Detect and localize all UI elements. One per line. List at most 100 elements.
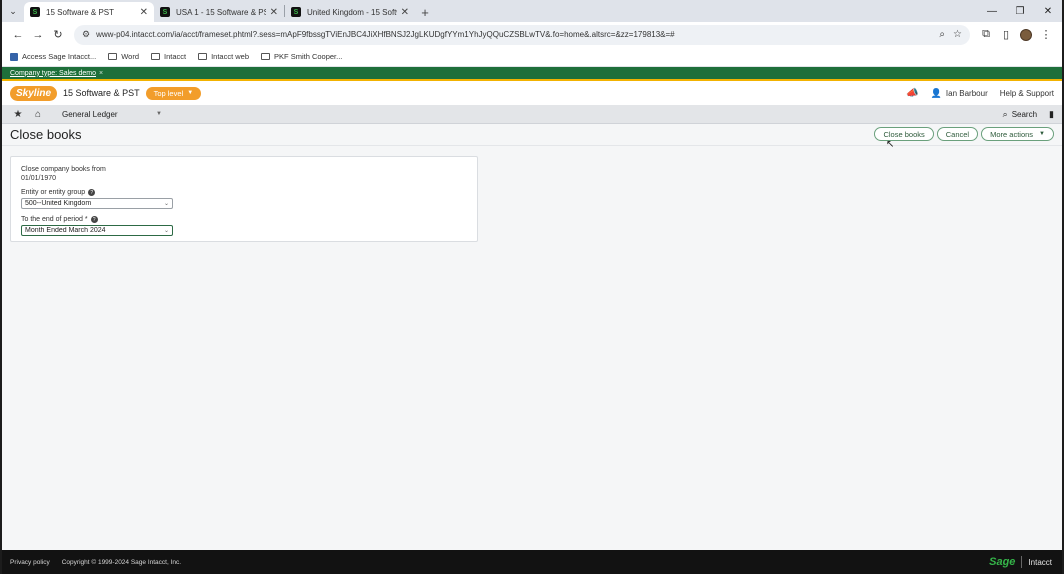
search-button[interactable]: Search <box>1012 110 1037 119</box>
tab-strip: ⌄ S 15 Software & PST ✕ S USA 1 - 15 Sof… <box>2 0 1062 22</box>
page-header: Close books Close books Cancel More acti… <box>2 124 1062 146</box>
tab-search-icon[interactable]: ⌄ <box>2 0 24 22</box>
user-name: Ian Barbour <box>945 88 988 98</box>
address-bar: ← → ↻ ⚙ www-p04.intacct.com/ia/acct/fram… <box>2 22 1062 47</box>
sage-favicon-icon: S <box>30 7 40 17</box>
site-info-icon[interactable]: ⚙ <box>82 29 90 40</box>
back-icon[interactable]: ← <box>8 25 28 45</box>
folder-icon <box>261 53 271 60</box>
user-icon: 👤 <box>930 87 942 98</box>
close-books-button[interactable]: Close books <box>874 127 934 141</box>
minimize-icon[interactable]: — <box>978 0 1006 22</box>
sage-bookmark-icon <box>10 52 18 61</box>
user-menu[interactable]: 👤 Ian Barbour <box>931 88 988 99</box>
bookmark-label: Intacct web <box>211 52 250 61</box>
footer: Privacy policy Copyright © 1999-2024 Sag… <box>2 550 1062 574</box>
url-field[interactable]: ⚙ www-p04.intacct.com/ia/acct/frameset.p… <box>74 24 970 45</box>
period-label-text: To the end of period <box>21 216 83 223</box>
chevron-down-icon: ▼ <box>187 90 194 96</box>
folder-icon <box>151 53 160 60</box>
period-selected-value: Month Ended March 2024 <box>25 227 106 234</box>
cancel-button[interactable]: Cancel <box>936 127 979 141</box>
close-from-value: 01/01/1970 <box>21 175 57 182</box>
sage-logo: Sage <box>989 556 1016 568</box>
reload-icon[interactable]: ↻ <box>48 25 68 45</box>
module-nav-right: ⌕ Search ▮ <box>1003 105 1054 124</box>
required-marker: * <box>84 216 88 223</box>
restore-icon[interactable]: ❐ <box>1006 0 1034 22</box>
chevron-down-icon: ⌄ <box>163 228 169 234</box>
close-tab-icon[interactable]: ✕ <box>140 7 148 18</box>
browser-window: ⌄ S 15 Software & PST ✕ S USA 1 - 15 Sof… <box>2 0 1062 574</box>
entity-level-dropdown[interactable]: Top level ▼ <box>145 86 202 100</box>
home-icon[interactable]: ⌂ <box>28 109 48 120</box>
browser-tab-1[interactable]: S 15 Software & PST ✕ <box>24 2 154 22</box>
entity-field-label: Entity or entity group? <box>21 189 467 196</box>
sage-favicon-icon: S <box>291 7 301 17</box>
browser-tab-3[interactable]: S United Kingdom - 15 Software ✕ <box>285 2 415 22</box>
help-icon[interactable]: ? <box>88 189 96 196</box>
bookmark-label: Access Sage Intacct... <box>22 52 97 61</box>
folder-icon <box>108 53 118 60</box>
close-window-icon[interactable]: ✕ <box>1034 0 1062 22</box>
mouse-cursor-icon: ↖ <box>886 139 895 150</box>
bookmark-folder-intacct-web[interactable]: Intacct web <box>198 52 249 61</box>
close-banner-icon[interactable]: × <box>99 70 103 77</box>
url-text[interactable]: www-p04.intacct.com/ia/acct/frameset.pht… <box>96 30 931 39</box>
browser-tab-2[interactable]: S USA 1 - 15 Software & PST ✕ <box>154 2 284 22</box>
side-panel-icon[interactable]: ▯ <box>996 25 1016 45</box>
extensions-icon[interactable]: ⧉ <box>976 25 996 45</box>
bookmark-folder-word[interactable]: Word <box>108 52 139 61</box>
company-logo[interactable]: Skyline <box>10 85 58 101</box>
copyright-text: Copyright © 1999-2024 Sage Intacct, Inc. <box>61 558 182 566</box>
bookmark-label: PKF Smith Cooper... <box>274 52 343 61</box>
profile-avatar[interactable] <box>1016 25 1036 45</box>
zoom-icon[interactable]: ⌕ <box>939 29 945 40</box>
bookmark-icon[interactable]: ▮ <box>1049 109 1054 120</box>
company-name: 15 Software & PST <box>63 88 140 98</box>
chevron-down-icon: ▼ <box>1039 131 1045 137</box>
bookmark-label: Word <box>121 52 139 61</box>
module-label: General Ledger <box>62 109 118 119</box>
privacy-policy-link[interactable]: Privacy policy <box>10 559 50 566</box>
close-books-form: Close company books from 01/01/1970 Enti… <box>10 156 478 242</box>
company-type-banner: Company type: Sales demo × <box>2 67 1062 79</box>
help-support-link[interactable]: Help & Support <box>1000 89 1054 98</box>
close-from-label: Close company books from <box>21 166 106 173</box>
window-controls: — ❐ ✕ <box>978 0 1062 22</box>
entity-select[interactable]: 500--United Kingdom ⌄ <box>21 198 173 209</box>
module-nav: ★ ⌂ General Ledger ▼ ⌕ Search ▮ <box>2 105 1062 124</box>
bookmark-folder-intacct[interactable]: Intacct <box>151 52 186 61</box>
footer-brand: Sage Intacct <box>989 550 1052 574</box>
module-dropdown[interactable]: General Ledger ▼ <box>62 110 162 119</box>
entity-level-label: Top level <box>153 88 184 98</box>
intacct-logo: Intacct <box>1028 557 1052 567</box>
entity-selected-value: 500--United Kingdom <box>25 200 92 207</box>
announcements-icon[interactable]: 📣 <box>906 88 918 99</box>
period-select[interactable]: Month Ended March 2024 ⌄ <box>21 225 173 236</box>
bookmark-label: Intacct <box>164 52 187 61</box>
browser-menu-icon[interactable]: ⋮ <box>1036 25 1056 45</box>
close-tab-icon[interactable]: ✕ <box>270 7 278 18</box>
more-actions-label: More actions <box>990 129 1034 139</box>
chevron-down-icon: ⌄ <box>163 201 169 207</box>
bookmarks-bar: Access Sage Intacct... Word Intacct Inta… <box>2 47 1062 67</box>
chevron-down-icon: ▼ <box>156 111 162 117</box>
help-icon[interactable]: ? <box>90 216 98 223</box>
favorites-star-icon[interactable]: ★ <box>8 109 28 120</box>
bookmark-access-sage[interactable]: Access Sage Intacct... <box>10 52 96 61</box>
sage-favicon-icon: S <box>160 7 170 17</box>
bookmark-star-icon[interactable]: ☆ <box>953 29 962 40</box>
close-tab-icon[interactable]: ✕ <box>401 7 409 18</box>
app-header: Skyline 15 Software & PST Top level ▼ 📣 👤… <box>2 81 1062 105</box>
company-type-link[interactable]: Company type: Sales demo <box>10 70 96 77</box>
more-actions-button[interactable]: More actions ▼ <box>981 127 1054 141</box>
search-icon[interactable]: ⌕ <box>1003 109 1008 120</box>
folder-icon <box>198 53 208 60</box>
bookmark-folder-pkf[interactable]: PKF Smith Cooper... <box>261 52 342 61</box>
page-actions: Close books Cancel More actions ▼ <box>871 127 1054 141</box>
period-field-label: To the end of period *? <box>21 216 467 223</box>
new-tab-icon[interactable]: + <box>415 2 435 22</box>
forward-icon[interactable]: → <box>28 25 48 45</box>
header-right: 📣 👤 Ian Barbour Help & Support <box>906 81 1054 105</box>
